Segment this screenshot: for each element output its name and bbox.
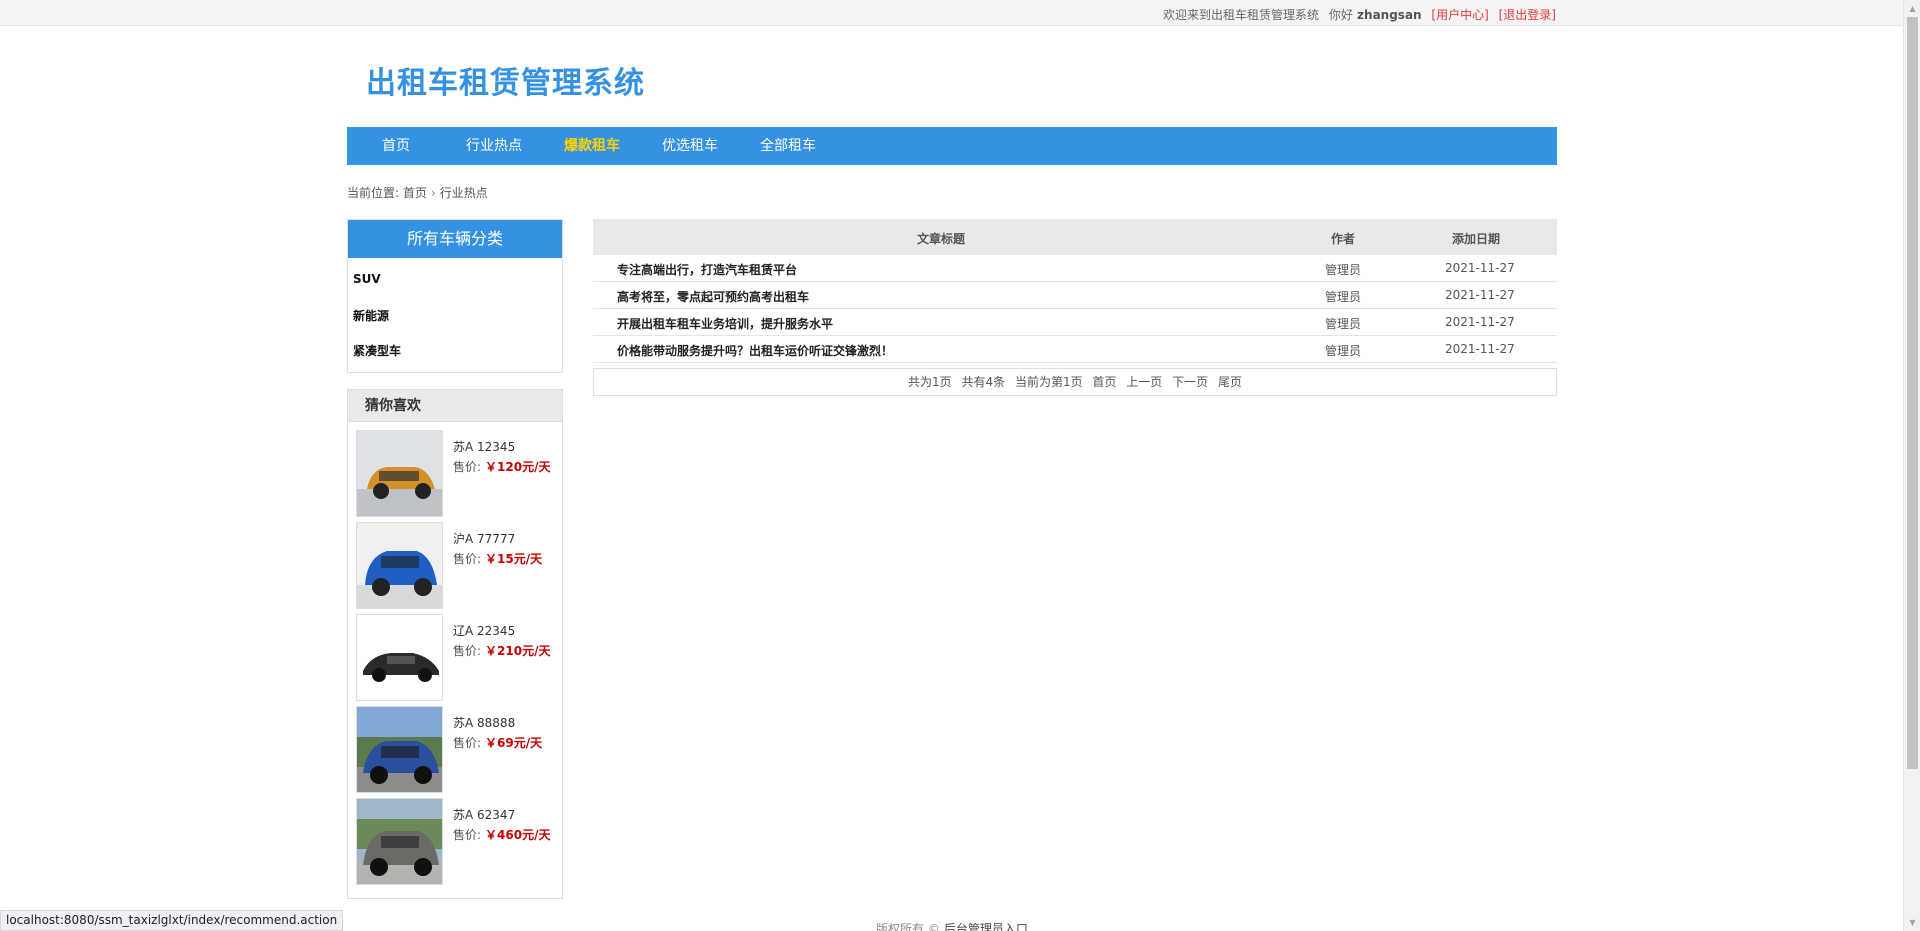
chevron-right-icon: › (430, 186, 436, 200)
breadcrumb-prefix: 当前位置: (347, 186, 400, 200)
column-header-date: 添加日期 (1452, 232, 1501, 246)
car-image[interactable] (356, 706, 443, 793)
top-bar: 欢迎来到出租车租赁管理系统 你好 zhangsan [用户中心] [退出登录] (0, 0, 1903, 26)
greeting-label: 你好 (1328, 8, 1353, 22)
page-scrollbar[interactable]: ▲ ▼ (1903, 0, 1920, 931)
car-price: 售价: ￥69元/天 (453, 734, 542, 751)
price-label: 售价: (453, 828, 482, 842)
recommend-panel: 猜你喜欢 苏A 12345 售价: ￥120元/天 沪A 77777 售价: ￥… (347, 389, 563, 899)
table-row[interactable]: 高考将至，零点起可预约高考出租车 管理员 2021-11-27 (593, 282, 1557, 309)
car-image[interactable] (356, 522, 443, 609)
recommend-car[interactable]: 苏A 62347 售价: ￥460元/天 (356, 798, 556, 886)
car-price: 售价: ￥210元/天 (453, 642, 550, 659)
breadcrumb-current: 行业热点 (439, 186, 488, 200)
car-plate[interactable]: 沪A 77777 (453, 530, 515, 547)
scrollbar-thumb[interactable] (1907, 17, 1918, 769)
nav-item-hot-rentals[interactable]: 爆款租车 (543, 127, 641, 165)
logout-link[interactable]: [退出登录] (1499, 8, 1556, 22)
recommend-car[interactable]: 沪A 77777 售价: ￥15元/天 (356, 522, 556, 610)
price-label: 售价: (453, 552, 482, 566)
price-label: 售价: (453, 644, 482, 658)
welcome-text: 欢迎来到出租车租赁管理系统 (1163, 8, 1320, 22)
table-row[interactable]: 专注高端出行，打造汽车租赁平台 管理员 2021-11-27 (593, 255, 1557, 282)
top-bar-links: 欢迎来到出租车租赁管理系统 你好 zhangsan [用户中心] [退出登录] (1157, 6, 1556, 23)
browser-status-bar: localhost:8080/ssm_taxizlglxt/index/reco… (0, 910, 344, 931)
car-photo-icon (357, 799, 442, 884)
pager-first[interactable]: 首页 (1092, 375, 1116, 389)
car-plate[interactable]: 苏A 62347 (453, 806, 515, 823)
scroll-up-icon[interactable]: ▲ (1904, 0, 1920, 17)
column-header-author: 作者 (1331, 232, 1356, 246)
price-label: 售价: (453, 736, 482, 750)
nav-item-industry-news[interactable]: 行业热点 (445, 127, 543, 165)
price-value: ￥460元/天 (485, 828, 551, 842)
greeting-text: 你好 zhangsan (1329, 8, 1422, 22)
car-plate[interactable]: 苏A 88888 (453, 714, 515, 731)
column-header-title: 文章标题 (917, 232, 966, 246)
car-price: 售价: ￥460元/天 (453, 826, 550, 843)
scroll-down-icon[interactable]: ▼ (1904, 914, 1920, 931)
price-value: ￥15元/天 (485, 552, 543, 566)
footer: 版权所有 © 后台管理员入口 (876, 920, 1028, 931)
car-image[interactable] (356, 614, 443, 701)
site-logo[interactable]: 出租车租赁管理系统 (366, 58, 645, 102)
table-row[interactable]: 开展出租车租车业务培训，提升服务水平 管理员 2021-11-27 (593, 309, 1557, 336)
article-title-link[interactable]: 价格能带动服务提升吗？出租车运价听证交锋激烈！ (617, 342, 893, 359)
nav-item-all-rentals[interactable]: 全部租车 (739, 127, 837, 165)
pager-total-items: 共有4条 (961, 375, 1006, 389)
pager-total-pages: 共为1页 (908, 375, 952, 389)
article-author: 管理员 (1325, 344, 1362, 358)
car-image[interactable] (356, 798, 443, 885)
article-table: 文章标题 作者 添加日期 专注高端出行，打造汽车租赁平台 管理员 2021-11… (593, 219, 1557, 363)
car-image[interactable] (356, 430, 443, 517)
pager-next[interactable]: 下一页 (1172, 375, 1208, 389)
table-header: 文章标题 作者 添加日期 (593, 219, 1557, 255)
car-plate[interactable]: 辽A 22345 (453, 622, 515, 639)
recommend-car[interactable]: 苏A 12345 售价: ￥120元/天 (356, 430, 556, 518)
breadcrumb-home[interactable]: 首页 (403, 186, 427, 200)
article-title-link[interactable]: 专注高端出行，打造汽车租赁平台 (617, 261, 797, 278)
article-date: 2021-11-27 (1445, 315, 1515, 329)
main-nav: 首页 行业热点 爆款租车 优选租车 全部租车 (347, 127, 1557, 165)
admin-entry-link[interactable]: 后台管理员入口 (944, 922, 1028, 931)
article-title-link[interactable]: 开展出租车租车业务培训，提升服务水平 (617, 315, 833, 332)
recommend-car[interactable]: 辽A 22345 售价: ￥210元/天 (356, 614, 556, 702)
price-label: 售价: (453, 460, 482, 474)
article-date: 2021-11-27 (1445, 342, 1515, 356)
pager-current: 当前为第1页 (1014, 375, 1083, 389)
recommend-car[interactable]: 苏A 88888 售价: ￥69元/天 (356, 706, 556, 794)
article-title-link[interactable]: 高考将至，零点起可预约高考出租车 (617, 288, 809, 305)
car-photo-icon (357, 615, 442, 700)
article-author: 管理员 (1325, 263, 1362, 277)
category-panel-title: 所有车辆分类 (348, 220, 562, 258)
car-photo-icon (357, 431, 442, 516)
category-item-new-energy[interactable]: 新能源 (353, 307, 389, 324)
price-value: ￥120元/天 (485, 460, 551, 474)
nav-item-home[interactable]: 首页 (347, 127, 445, 165)
pagination: 共为1页 共有4条 当前为第1页 首页 上一页 下一页 尾页 (593, 368, 1557, 396)
footer-copyright: 版权所有 © (876, 922, 940, 931)
article-date: 2021-11-27 (1445, 261, 1515, 275)
car-photo-icon (357, 523, 442, 608)
car-price: 售价: ￥15元/天 (453, 550, 542, 567)
car-plate[interactable]: 苏A 12345 (453, 438, 515, 455)
article-author: 管理员 (1325, 317, 1362, 331)
recommend-panel-title: 猜你喜欢 (348, 390, 562, 422)
table-row[interactable]: 价格能带动服务提升吗？出租车运价听证交锋激烈！ 管理员 2021-11-27 (593, 336, 1557, 363)
breadcrumb: 当前位置: 首页 › 行业热点 (347, 184, 488, 201)
article-author: 管理员 (1325, 290, 1362, 304)
price-value: ￥69元/天 (485, 736, 543, 750)
username: zhangsan (1357, 8, 1422, 22)
pager-last[interactable]: 尾页 (1218, 375, 1242, 389)
article-date: 2021-11-27 (1445, 288, 1515, 302)
price-value: ￥210元/天 (485, 644, 551, 658)
category-panel: 所有车辆分类 SUV 新能源 紧凑型车 (347, 219, 563, 373)
car-photo-icon (357, 707, 442, 792)
nav-item-preferred-rentals[interactable]: 优选租车 (641, 127, 739, 165)
pager-prev[interactable]: 上一页 (1126, 375, 1162, 389)
car-price: 售价: ￥120元/天 (453, 458, 550, 475)
user-center-link[interactable]: [用户中心] (1431, 8, 1488, 22)
category-item-compact[interactable]: 紧凑型车 (353, 342, 401, 359)
category-item-suv[interactable]: SUV (353, 272, 381, 286)
